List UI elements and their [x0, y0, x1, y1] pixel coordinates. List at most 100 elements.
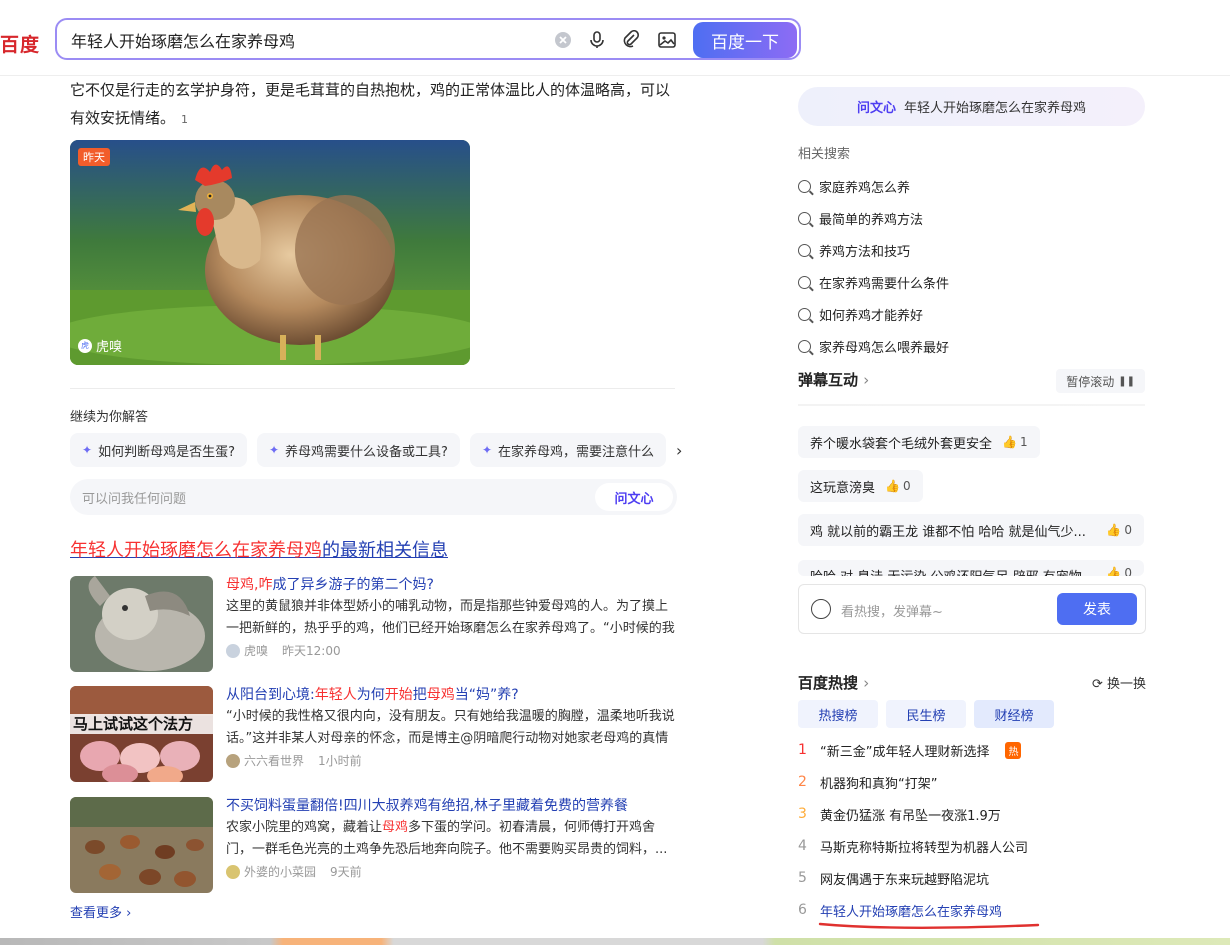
news-time: 1小时前	[318, 754, 362, 768]
microphone-icon[interactable]	[587, 30, 607, 50]
danmu-item[interactable]: 鸡 就以前的霸王龙 谁都不怕 哈哈 就是仙气少... 👍 0	[798, 514, 1144, 546]
like-button[interactable]: 👍 0	[1106, 566, 1132, 576]
pause-scroll-button[interactable]: 暂停滚动 ❚❚	[1056, 369, 1145, 393]
news-headline[interactable]: 母鸡,咋成了异乡游子的第二个妈?	[226, 574, 676, 596]
tab-livelihood[interactable]: 民生榜	[886, 700, 966, 728]
search-button[interactable]: 百度一下	[693, 22, 797, 58]
related-search-item[interactable]: 在家养鸡需要什么条件	[798, 266, 1138, 298]
danmu-item[interactable]: 哈哈 对 臭洼 无污染 公鸡还阳气足 辟邪 有宠物 👍0	[798, 560, 1144, 576]
rank-number: 3	[798, 806, 807, 822]
news-headline[interactable]: 从阳台到心境:年轻人为何开始把母鸡当“妈”养?	[226, 684, 676, 706]
news-item[interactable]: 母鸡,咋成了异乡游子的第二个妈? 这里的黄鼠狼并非体型娇小的哺乳动物，而是指那些…	[70, 576, 680, 672]
tab-finance[interactable]: 财经榜	[974, 700, 1054, 728]
like-button[interactable]: 👍 0	[1106, 523, 1132, 537]
news-title-highlight: 年轻人开始琢磨怎么在家养母鸡	[70, 540, 322, 561]
wenxin-brand: 问文心	[856, 101, 896, 116]
news-section-title[interactable]: 年轻人开始琢磨怎么在家养母鸡的最新相关信息	[70, 536, 448, 562]
related-search-title: 相关搜索	[798, 147, 851, 162]
rank-number: 1	[798, 742, 807, 758]
news-body: 从阳台到心境:年轻人为何开始把母鸡当“妈”养? “小时候的我性格又很内向，没有朋…	[226, 684, 676, 772]
thumbs-up-icon: 👍	[1106, 566, 1122, 576]
answer-intro: 它不仅是行走的玄学护身符，更是毛茸茸的自热抱枕，鸡的正常体温比人的体温略高，可以…	[70, 76, 680, 134]
search-box[interactable]: 百度一下	[55, 18, 801, 60]
news-item[interactable]: 马上试试这个法方 从阳台到心境:年轻人为何开始把母鸡当“妈”养? “小时候的我性…	[70, 686, 680, 782]
reference-marker[interactable]: 1	[181, 113, 188, 126]
danmu-input-box[interactable]: 看热搜，发弹幕~ 发表	[798, 584, 1146, 634]
danmu-title[interactable]: 弹幕互动 ›	[798, 369, 869, 390]
thumbs-up-icon: 👍	[1002, 435, 1017, 449]
news-time: 9天前	[330, 865, 362, 879]
headline-part: 母鸡	[426, 687, 455, 703]
hot-search-title[interactable]: 百度热搜 ›	[798, 672, 869, 693]
related-search-item[interactable]: 家养母鸡怎么喂养最好	[798, 330, 1138, 362]
news-item[interactable]: 不买饲料蛋量翻倍!四川大叔养鸡有绝招,林子里藏着免费的营养餐 农家小院里的鸡窝，…	[70, 797, 680, 893]
answer-text: 它不仅是行走的玄学护身符，更是毛茸茸的自热抱枕，鸡的正常体温比人的体温略高，可以…	[70, 81, 671, 127]
danmu-text: 鸡 就以前的霸王龙 谁都不怕 哈哈 就是仙气少...	[810, 524, 1086, 540]
suggestion-chip[interactable]: ✦ 如何判断母鸡是否生蛋?	[70, 433, 247, 467]
news-source[interactable]: 六六看世界	[244, 750, 304, 772]
thumbs-up-icon: 👍	[885, 479, 900, 493]
wenxin-query-bar[interactable]: 问文心 年轻人开始琢磨怎么在家养母鸡	[798, 87, 1145, 126]
related-label: 家庭养鸡怎么养	[819, 180, 911, 196]
rank-number: 2	[798, 774, 807, 790]
like-button[interactable]: 👍 0	[885, 479, 911, 493]
wenxin-query: 年轻人开始琢磨怎么在家养母鸡	[904, 101, 1087, 116]
news-source[interactable]: 外婆的小菜园	[244, 861, 316, 883]
news-description: 这里的黄鼠狼并非体型娇小的哺乳动物，而是指那些钟爱母鸡的人。为了摸上一把新鲜的，…	[226, 599, 675, 636]
hot-search-item[interactable]: 2 机器狗和真狗“打架”	[798, 766, 1146, 798]
suggestion-chips: ✦ 如何判断母鸡是否生蛋? ✦ 养母鸡需要什么设备或工具? ✦ 在家养母鸡，需要注意什…	[70, 433, 695, 467]
emoji-icon[interactable]	[811, 599, 831, 619]
news-thumbnail[interactable]	[70, 576, 213, 672]
related-label: 在家养鸡需要什么条件	[819, 276, 950, 292]
hot-search-item[interactable]: 4 马斯克称特斯拉将转型为机器人公司	[798, 830, 1146, 862]
hot-item-text: 年轻人开始琢磨怎么在家养母鸡	[820, 904, 1003, 920]
clear-icon[interactable]	[553, 30, 573, 50]
news-thumbnail[interactable]	[70, 797, 213, 893]
chevron-right-icon: ›	[863, 371, 870, 389]
danmu-input[interactable]: 看热搜，发弹幕~	[841, 601, 943, 620]
attachment-icon[interactable]	[621, 30, 641, 50]
like-button[interactable]: 👍 1	[1002, 435, 1028, 449]
news-headline[interactable]: 不买饲料蛋量翻倍!四川大叔养鸡有绝招,林子里藏着免费的营养餐	[226, 795, 676, 817]
ask-wenxin-button[interactable]: 问文心	[595, 483, 673, 511]
related-label: 如何养鸡才能养好	[819, 308, 924, 324]
hen-image[interactable]: 昨天 虎 虎嗅	[70, 140, 470, 365]
headline-part: 成了异乡游子的第二个妈?	[272, 577, 434, 593]
refresh-button[interactable]: ⟳ 换一换	[1092, 673, 1146, 692]
image-source[interactable]: 虎 虎嗅	[78, 336, 122, 355]
related-search-item[interactable]: 最简单的养鸡方法	[798, 202, 1138, 234]
send-danmu-button[interactable]: 发表	[1057, 593, 1137, 625]
suggestion-chip[interactable]: ✦ 在家养母鸡，需要注意什么	[469, 433, 667, 467]
headline-part: 年轻人	[314, 687, 357, 703]
danmu-text: 这玩意滂臭	[810, 480, 876, 496]
taskbar-strip	[0, 938, 1230, 945]
news-body: 不买饲料蛋量翻倍!四川大叔养鸡有绝招,林子里藏着免费的营养餐 农家小院里的鸡窝，…	[226, 795, 676, 883]
search-input[interactable]	[71, 29, 541, 51]
ask-box[interactable]: 可以问我任何问题 问文心	[70, 479, 677, 515]
hot-search-item[interactable]: 1 “新三金”成年轻人理财新选择热	[798, 734, 1146, 766]
news-source[interactable]: 虎嗅	[244, 640, 268, 662]
hot-search-header: 百度热搜 › ⟳ 换一换	[798, 672, 1146, 694]
danmu-item[interactable]: 这玩意滂臭 👍 0	[798, 470, 923, 502]
chevron-right-icon[interactable]: ›	[676, 441, 682, 460]
news-thumbnail[interactable]: 马上试试这个法方	[70, 686, 213, 782]
see-more-link[interactable]: 查看更多 ›	[70, 902, 131, 921]
sparkle-icon: ✦	[481, 443, 492, 457]
ask-input[interactable]: 可以问我任何问题	[82, 488, 186, 507]
divider	[70, 388, 675, 389]
suggestion-chip[interactable]: ✦ 养母鸡需要什么设备或工具?	[256, 433, 460, 467]
thumb-overlay-text: 马上试试这个法方	[73, 715, 193, 733]
tab-hot-search[interactable]: 热搜榜	[798, 700, 878, 728]
related-search-item[interactable]: 家庭养鸡怎么养	[798, 170, 1138, 202]
divider	[798, 404, 1145, 406]
hot-item-text: 马斯克称特斯拉将转型为机器人公司	[820, 840, 1029, 856]
hot-search-item[interactable]: 3 黄金仍猛涨 有吊坠一夜涨1.9万	[798, 798, 1146, 830]
baidu-logo[interactable]: 百度	[0, 30, 40, 57]
continue-title: 继续为你解答	[70, 410, 149, 425]
danmu-item[interactable]: 养个暖水袋套个毛绒外套更安全 👍 1	[798, 426, 1040, 458]
danmu-text: 养个暖水袋套个毛绒外套更安全	[810, 436, 993, 452]
related-search-item[interactable]: 如何养鸡才能养好	[798, 298, 1138, 330]
hot-search-item[interactable]: 5 网友偶遇于东来玩越野陷泥坑	[798, 862, 1146, 894]
related-search-item[interactable]: 养鸡方法和技巧	[798, 234, 1138, 266]
image-search-icon[interactable]	[657, 30, 677, 50]
